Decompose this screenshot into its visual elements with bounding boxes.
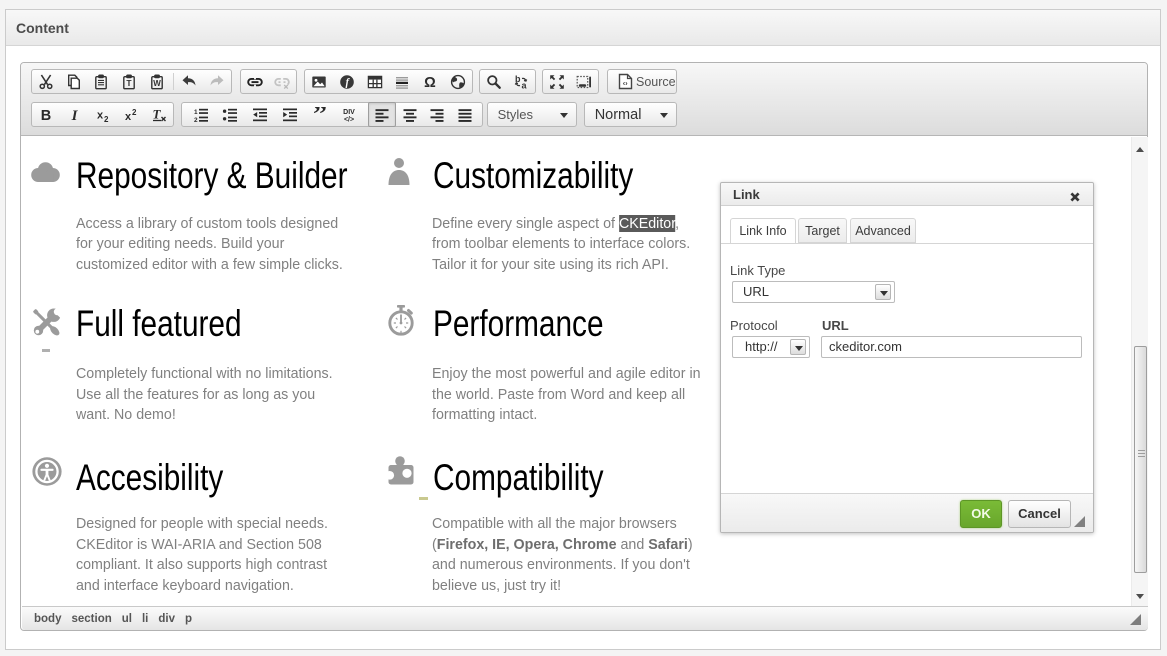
svg-text:DIV: DIV bbox=[343, 109, 355, 116]
svg-text:T: T bbox=[152, 107, 161, 122]
svg-text:2: 2 bbox=[104, 115, 109, 123]
svg-text:2: 2 bbox=[194, 117, 198, 123]
svg-text:T: T bbox=[126, 78, 132, 88]
svg-text:W: W bbox=[153, 79, 161, 88]
svg-text:1: 1 bbox=[194, 109, 198, 116]
svg-text:2: 2 bbox=[132, 108, 137, 117]
svg-text:</>: </> bbox=[344, 116, 354, 123]
svg-text:Ω: Ω bbox=[424, 75, 436, 90]
svg-text:a: a bbox=[522, 80, 528, 90]
svg-text:x: x bbox=[125, 111, 132, 123]
svg-text:B: B bbox=[41, 108, 51, 123]
svg-text:‹›: ‹› bbox=[623, 79, 628, 88]
svg-text:x: x bbox=[97, 109, 104, 121]
svg-text:”: ” bbox=[313, 107, 327, 123]
svg-text:I: I bbox=[71, 108, 79, 123]
